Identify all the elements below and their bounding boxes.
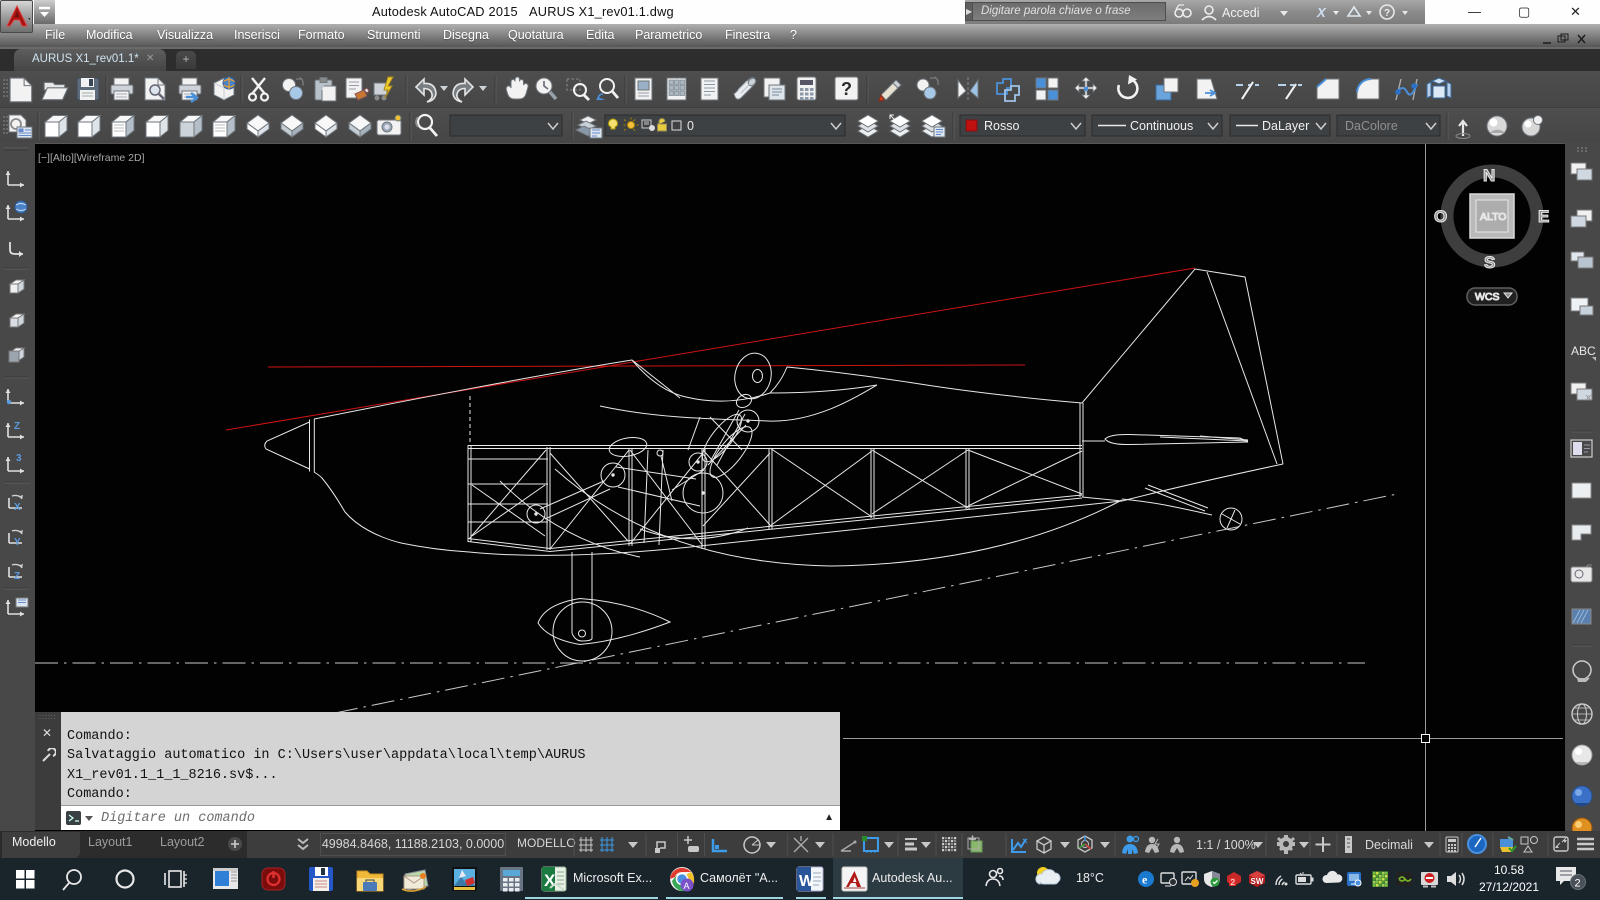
svg-text:A: A xyxy=(684,881,690,891)
svg-text:2: 2 xyxy=(1575,878,1581,890)
svg-text:e: e xyxy=(1142,873,1148,887)
svg-text:Z: Z xyxy=(14,421,20,432)
svg-text:Y: Y xyxy=(14,537,21,548)
svg-text:DaColore: DaColore xyxy=(1345,119,1398,133)
svg-text:Decimali: Decimali xyxy=(1365,838,1413,852)
svg-text:DaLayer: DaLayer xyxy=(1262,119,1309,133)
svg-text:X: X xyxy=(14,502,21,513)
svg-text:WCS: WCS xyxy=(1475,291,1500,303)
svg-text:?: ? xyxy=(1384,8,1390,19)
svg-text:Accedi: Accedi xyxy=(1222,6,1260,20)
svg-text:Z: Z xyxy=(14,571,20,582)
svg-text:W: W xyxy=(799,873,815,890)
svg-text:O: O xyxy=(1434,207,1447,226)
svg-text:Rosso: Rosso xyxy=(984,119,1019,133)
svg-text:S: S xyxy=(1484,253,1495,272)
svg-text:2: 2 xyxy=(1231,878,1236,887)
svg-text:1:1 / 100%: 1:1 / 100% xyxy=(1196,838,1256,852)
svg-text:ABC: ABC xyxy=(1571,344,1596,358)
svg-text:X: X xyxy=(1316,5,1327,20)
svg-text:3: 3 xyxy=(16,453,22,464)
svg-text:N: N xyxy=(1483,166,1495,185)
svg-text:Continuous: Continuous xyxy=(1130,119,1193,133)
svg-text:SW: SW xyxy=(1251,877,1264,886)
svg-text:ALTO: ALTO xyxy=(1480,211,1506,223)
svg-text:0: 0 xyxy=(687,119,694,133)
svg-text:E: E xyxy=(1538,207,1549,226)
svg-text:?: ? xyxy=(841,79,852,99)
